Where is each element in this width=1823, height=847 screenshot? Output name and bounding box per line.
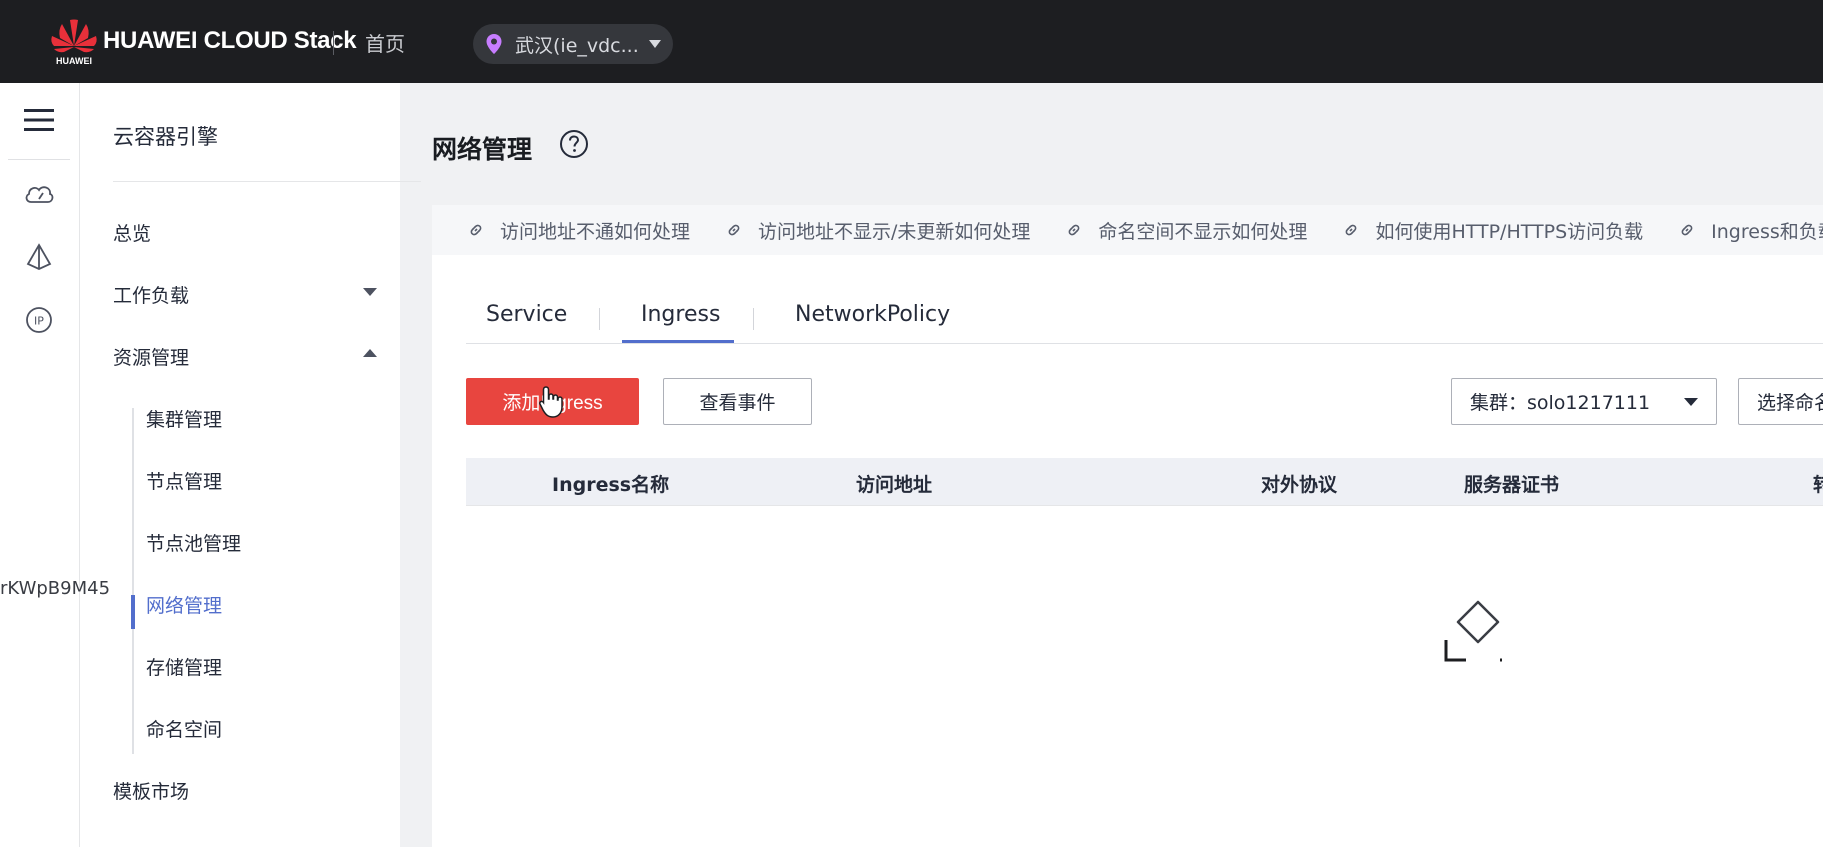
sidebar-item-node-pools[interactable]: 节点池管理 xyxy=(146,529,241,556)
rail-divider xyxy=(8,159,70,160)
help-link[interactable]: 如何使用HTTP/HTTPS访问负载 xyxy=(1343,217,1643,244)
chevron-down-icon[interactable] xyxy=(363,288,377,296)
help-link[interactable]: 访问地址不显示/未更新如何处理 xyxy=(726,217,1030,244)
sidebar-item-template-market[interactable]: 模板市场 xyxy=(113,777,189,804)
tab-service[interactable]: Service xyxy=(486,302,567,327)
active-tab-underline xyxy=(622,340,734,343)
brand-divider xyxy=(333,31,334,55)
sidebar: 云容器引擎 总览 工作负载 资源管理 集群管理 节点管理 节点池管理 网络管理 … xyxy=(80,83,421,847)
column-header-access-address[interactable]: 访问地址 xyxy=(856,470,932,497)
sidebar-item-storage[interactable]: 存储管理 xyxy=(146,653,222,680)
page-title: 网络管理 xyxy=(432,135,533,164)
help-icon[interactable] xyxy=(558,128,590,160)
help-link[interactable]: 命名空间不显示如何处理 xyxy=(1066,217,1307,244)
icon-rail: IP xyxy=(0,83,80,847)
chevron-down-icon xyxy=(1684,398,1698,406)
top-bar: HUAWEI HUAWEI CLOUD Stack 首页 武汉(ie_vdc..… xyxy=(0,0,1823,83)
help-link[interactable]: Ingress和负载均 xyxy=(1679,217,1823,244)
brand-name[interactable]: HUAWEI CLOUD Stack xyxy=(103,27,357,55)
cloud-gauge-icon[interactable] xyxy=(20,175,58,213)
column-header-ingress-name[interactable]: Ingress名称 xyxy=(552,470,669,497)
sidebar-divider xyxy=(113,181,421,182)
column-header-truncated: 转 xyxy=(1813,474,1823,496)
tab-divider xyxy=(599,308,600,330)
sidebar-item-nodes[interactable]: 节点管理 xyxy=(146,467,222,494)
link-icon xyxy=(728,224,740,236)
active-indicator xyxy=(131,595,135,629)
namespace-select-value: 选择命名 xyxy=(1757,392,1823,414)
hand-cursor-icon xyxy=(539,386,563,418)
overlay-watermark-text: rKWpB9M45 xyxy=(0,578,111,599)
svg-text:IP: IP xyxy=(34,315,44,328)
column-header-external-protocol[interactable]: 对外协议 xyxy=(1261,470,1337,497)
cluster-select-value: 集群：solo1217111 xyxy=(1470,392,1651,414)
ip-icon[interactable]: IP xyxy=(20,301,58,339)
sidebar-item-overview[interactable]: 总览 xyxy=(113,219,151,246)
sidebar-item-clusters[interactable]: 集群管理 xyxy=(146,405,222,432)
help-link-label: 访问地址不通如何处理 xyxy=(500,220,691,243)
link-icon xyxy=(1681,224,1693,236)
sidebar-item-workloads[interactable]: 工作负载 xyxy=(113,281,189,308)
help-link-label: 访问地址不显示/未更新如何处理 xyxy=(758,220,1031,243)
service-title: 云容器引擎 xyxy=(113,125,218,149)
help-link-label: Ingress和负载均 xyxy=(1711,220,1823,243)
view-events-button[interactable]: 查看事件 xyxy=(663,378,812,425)
logo-text: HUAWEI xyxy=(56,56,92,66)
network-topology-icon[interactable] xyxy=(20,238,58,276)
sidebar-item-namespaces[interactable]: 命名空间 xyxy=(146,715,222,742)
column-header-server-certificate[interactable]: 服务器证书 xyxy=(1464,470,1559,497)
menu-icon[interactable] xyxy=(20,101,58,139)
tab-networkpolicy[interactable]: NetworkPolicy xyxy=(795,302,950,327)
sidebar-item-resource-management[interactable]: 资源管理 xyxy=(113,343,189,370)
home-link[interactable]: 首页 xyxy=(365,28,405,57)
loading-spinner-icon xyxy=(1444,600,1502,662)
link-icon xyxy=(470,224,482,236)
table-header: Ingress名称 访问地址 对外协议 服务器证书 转 xyxy=(466,458,1823,506)
chevron-down-icon xyxy=(649,40,661,48)
help-link[interactable]: 访问地址不通如何处理 xyxy=(468,217,690,244)
namespace-select[interactable]: 选择命名 xyxy=(1738,378,1823,425)
tab-divider xyxy=(753,308,754,330)
submenu-line xyxy=(132,408,134,754)
tab-ingress[interactable]: Ingress xyxy=(641,302,720,327)
cluster-select[interactable]: 集群：solo1217111 xyxy=(1451,378,1717,425)
region-label: 武汉(ie_vdc... xyxy=(515,34,639,57)
huawei-logo-icon[interactable]: HUAWEI xyxy=(48,16,100,68)
link-icon xyxy=(1346,224,1357,236)
location-pin-icon xyxy=(486,34,502,54)
chevron-up-icon[interactable] xyxy=(363,349,377,357)
region-selector[interactable]: 武汉(ie_vdc... xyxy=(473,24,673,64)
link-icon xyxy=(1069,224,1080,236)
help-links-bar: 访问地址不通如何处理 访问地址不显示/未更新如何处理 命名空间不显示如何处理 如… xyxy=(432,205,1823,255)
sidebar-item-network[interactable]: 网络管理 xyxy=(146,591,222,618)
help-link-label: 如何使用HTTP/HTTPS访问负载 xyxy=(1375,220,1644,243)
help-link-label: 命名空间不显示如何处理 xyxy=(1098,220,1308,243)
tab-bar: Service Ingress NetworkPolicy xyxy=(466,290,1823,344)
